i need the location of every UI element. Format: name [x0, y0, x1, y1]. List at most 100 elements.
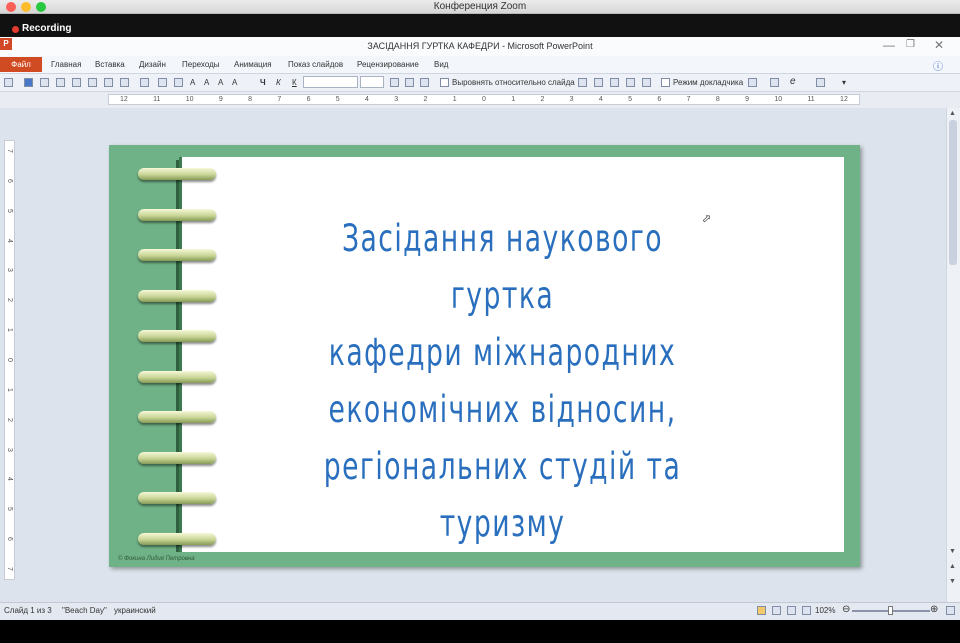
bullets-icon[interactable] [770, 78, 779, 87]
align-icon[interactable] [140, 78, 149, 87]
ruler-tick-label: 10 [185, 96, 194, 103]
presenter-mode-checkbox[interactable] [661, 78, 670, 87]
ruler-tick-label: 8 [715, 96, 720, 103]
vertical-ruler-tick-label: 3 [6, 268, 13, 273]
align-center-icon[interactable] [594, 78, 603, 87]
change-case-icon[interactable]: A [218, 78, 223, 87]
help-icon[interactable]: ⓘ [933, 58, 943, 73]
equation-icon[interactable]: e [790, 76, 796, 87]
spiral-ring-icon [138, 249, 216, 261]
tab-slide-show[interactable]: Показ слайдов [288, 60, 343, 69]
shape-fill-icon[interactable] [405, 78, 414, 87]
cut-icon[interactable] [56, 78, 65, 87]
align-relative-label: Выровнять относительно слайда [452, 78, 575, 87]
fit-to-window-icon[interactable] [946, 606, 955, 615]
italic-icon[interactable]: К [276, 78, 281, 87]
format-painter-icon[interactable] [104, 78, 113, 87]
tab-insert[interactable]: Вставка [95, 60, 125, 69]
ruler-tick-label: 4 [365, 96, 369, 103]
minimize-icon[interactable]: — [883, 38, 895, 52]
customize-toolbar-icon[interactable]: ▾ [842, 78, 846, 87]
slide-sorter-icon[interactable] [772, 606, 781, 615]
slide-title-line: Засідання наукового гуртка [341, 217, 664, 317]
line-spacing-icon[interactable] [642, 78, 651, 87]
reading-view-icon[interactable] [787, 606, 796, 615]
restore-icon[interactable]: ❐ [906, 39, 915, 50]
tab-home[interactable]: Главная [51, 60, 81, 69]
align-right-icon[interactable] [610, 78, 619, 87]
slideshow-icon[interactable] [802, 606, 811, 615]
align-relative-checkbox[interactable] [440, 78, 449, 87]
scrollbar-thumb[interactable] [949, 120, 957, 265]
ruler-tick-label: 11 [807, 96, 815, 103]
ruler-tick-label: 3 [394, 96, 399, 103]
font-name-combo[interactable] [303, 76, 358, 88]
close-icon[interactable]: ✕ [934, 38, 944, 52]
normal-view-icon[interactable] [757, 606, 766, 615]
spiral-ring-icon [138, 370, 216, 383]
shape-icon[interactable] [390, 78, 399, 87]
tab-transitions[interactable]: Переходы [182, 60, 220, 69]
scroll-down-icon[interactable]: ▼ [949, 548, 956, 555]
tab-review[interactable]: Рецензирование [357, 60, 419, 69]
font-size-combo[interactable] [360, 76, 384, 88]
tab-view[interactable]: Вид [434, 60, 448, 69]
ruler-tick-label: 5 [335, 96, 340, 103]
font-color-icon[interactable] [748, 78, 757, 87]
ruler-tick-label: 7 [277, 96, 282, 103]
zoom-slider-knob[interactable] [888, 606, 893, 615]
justify-icon[interactable] [626, 78, 635, 87]
zoom-out-icon[interactable]: ⊖ [842, 604, 850, 615]
tab-design[interactable]: Дизайн [139, 60, 166, 69]
line-style-icon[interactable] [420, 78, 429, 87]
underline-icon[interactable]: К [292, 78, 297, 87]
arrange-icon[interactable] [174, 78, 183, 87]
slide-title[interactable]: Засідання наукового гуртка кафедри міжна… [306, 210, 698, 552]
vertical-ruler-tick-label: 1 [6, 328, 13, 333]
mouse-cursor-icon: ⬀ [702, 213, 712, 225]
recording-strip [0, 14, 960, 37]
layout-icon[interactable] [120, 78, 129, 87]
recording-label: Recording [22, 23, 72, 34]
language-indicator[interactable]: украинский [114, 606, 156, 615]
vertical-ruler-tick-label: 4 [6, 238, 13, 243]
ruler-tick-label: 11 [153, 96, 161, 103]
clear-format-icon[interactable]: A [232, 78, 237, 87]
paste-icon[interactable] [88, 78, 97, 87]
ruler-tick-label: 6 [657, 96, 662, 103]
scroll-up-icon[interactable]: ▲ [949, 110, 956, 117]
tab-file[interactable]: Файл [0, 57, 42, 72]
save-icon[interactable] [24, 78, 33, 87]
next-slide-icon[interactable]: ▼ [949, 578, 956, 585]
vertical-ruler-tick-label: 7 [6, 567, 13, 571]
vertical-ruler-tick-label: 4 [6, 477, 13, 482]
new-icon[interactable] [4, 78, 13, 87]
ruler-tick-label: 7 [686, 96, 691, 103]
vertical-ruler[interactable]: 7 6 5 4 3 2 1 0 1 2 3 4 5 6 7 [4, 140, 15, 580]
spiral-ring-icon [138, 168, 216, 180]
ruler-tick-label: 1 [511, 96, 516, 103]
spiral-ring-icon [138, 411, 216, 423]
ruler-tick-label: 10 [774, 96, 783, 103]
bold-icon[interactable]: Ч [260, 78, 266, 87]
zoom-in-icon[interactable]: ⊕ [930, 604, 938, 615]
spiral-ring-icon [138, 208, 216, 221]
spiral-ring-icon [138, 451, 216, 464]
align-left-icon[interactable] [578, 78, 587, 87]
ruler-tick-label: 6 [306, 96, 311, 103]
zoom-level[interactable]: 102% [815, 606, 835, 615]
previous-slide-icon[interactable]: ▲ [949, 563, 956, 570]
vertical-ruler-tick-label: 6 [6, 178, 13, 183]
theme-name[interactable]: "Beach Day" [62, 606, 107, 615]
undo-icon[interactable] [40, 78, 49, 87]
vertical-ruler-tick-label: 3 [6, 447, 13, 452]
font-size-grow-icon[interactable]: A [190, 78, 195, 87]
slide-title-line: туризму [439, 502, 566, 545]
tab-animation[interactable]: Анимация [234, 60, 272, 69]
font-size-shrink-icon[interactable]: A [204, 78, 209, 87]
vertical-ruler-tick-label: 1 [6, 387, 13, 392]
spiral-ring-icon [138, 492, 216, 504]
group-icon[interactable] [158, 78, 167, 87]
redo-icon[interactable] [816, 78, 825, 87]
copy-icon[interactable] [72, 78, 81, 87]
